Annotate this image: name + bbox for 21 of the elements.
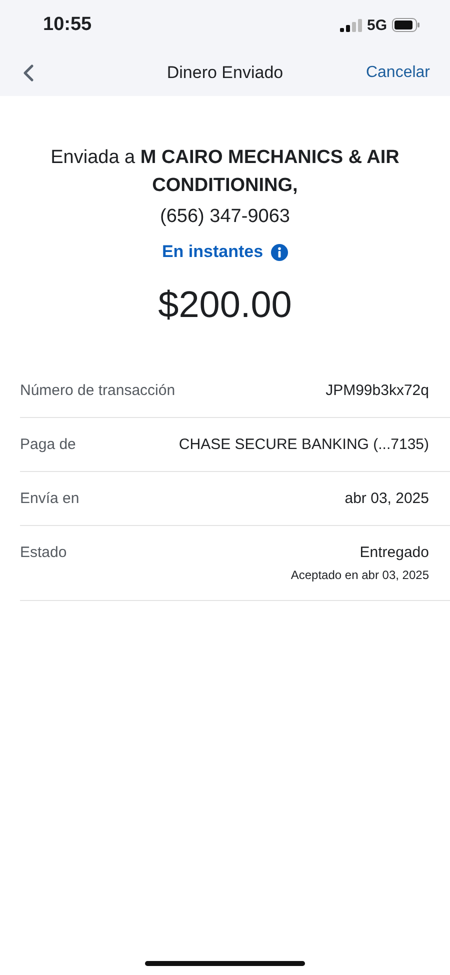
detail-label: Paga de [20, 436, 76, 453]
screen-title: Dinero Enviado [166, 63, 284, 83]
detail-value: JPM99b3kx72q [326, 382, 429, 399]
cancel-link[interactable]: Cancelar [366, 64, 430, 82]
delivery-speed-text: En instantes [162, 242, 264, 262]
detail-label: Envía en [20, 490, 80, 507]
recipient-text: Enviada a M CAIRO MECHANICS & AIR CONDITIONING, [50, 146, 400, 198]
amount-text: $200.00 [158, 284, 292, 326]
detail-label: Número de transacción [20, 382, 176, 399]
detail-label: Estado [20, 544, 67, 561]
signal-icon [340, 18, 362, 32]
detail-value: CHASE SECURE BANKING (...7135) [178, 436, 429, 453]
info-icon[interactable] [271, 244, 288, 260]
recipient-phone: (656) 347-9063 [160, 206, 290, 228]
network-label: 5G [366, 16, 387, 34]
status-time: 10:55 [43, 14, 92, 36]
detail-note: Aceptado en abr 03, 2025 [290, 568, 429, 582]
detail-value: Entregado [360, 544, 429, 561]
detail-value: abr 03, 2025 [344, 490, 429, 507]
chevron-left-icon [22, 64, 34, 82]
battery-icon [392, 18, 420, 32]
